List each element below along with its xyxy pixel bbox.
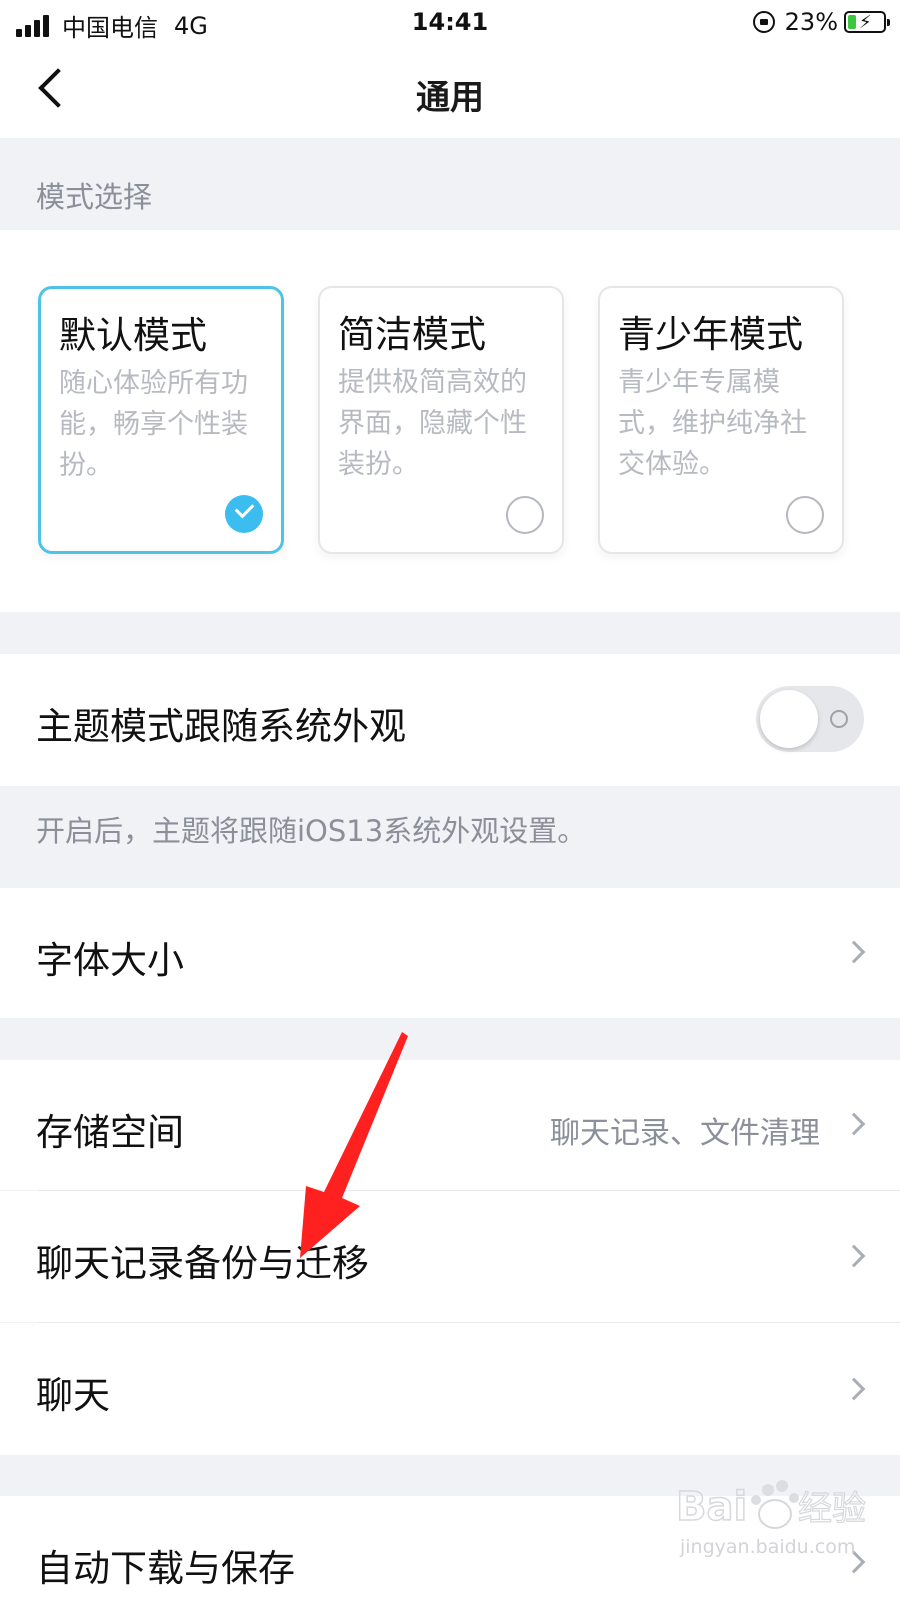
- storage-label: 存储空间: [36, 1111, 184, 1154]
- baidu-logo-icon: Bai 经验: [676, 1480, 867, 1531]
- red-arrow-annotation: [300, 1032, 408, 1258]
- auto-download-label: 自动下载与保存: [36, 1547, 295, 1590]
- font-size-label: 字体大小: [36, 939, 184, 982]
- status-bar: 中国电信 4G 14:41 23% ⚡: [0, 0, 900, 46]
- watermark-text-jingyan: 经验: [798, 1489, 866, 1529]
- theme-follow-toggle[interactable]: [756, 686, 864, 752]
- chevron-right-icon: [842, 940, 866, 964]
- storage-row[interactable]: 存储空间 聊天记录、文件清理: [0, 1060, 900, 1190]
- orientation-lock-icon: [752, 11, 775, 33]
- theme-follow-label: 主题模式跟随系统外观: [36, 705, 406, 748]
- chat-backup-row[interactable]: 聊天记录备份与迁移: [0, 1191, 900, 1322]
- storage-value: 聊天记录、文件清理: [550, 1116, 820, 1151]
- watermark-url: jingyan.baidu.com: [680, 1536, 856, 1558]
- mode-card-default[interactable]: 默认模式 随心体验所有功能，畅享个性装扮。: [38, 286, 284, 554]
- radio-circle-icon: [506, 496, 544, 534]
- mode-title: 简洁模式: [338, 313, 486, 356]
- baidu-jingyan-watermark: Bai 经验 jingyan.baidu.com: [676, 1474, 876, 1564]
- mode-description: 青少年专属模式，维护纯净社交体验。: [618, 367, 807, 480]
- watermark-text-bai: Bai: [676, 1484, 747, 1530]
- mode-card-teen[interactable]: 青少年模式 青少年专属模式，维护纯净社交体验。: [598, 286, 844, 554]
- battery-icon: ⚡: [844, 11, 890, 33]
- nav-bar: 通用: [0, 46, 900, 138]
- check-circle-icon: [225, 495, 263, 533]
- mode-title: 青少年模式: [618, 313, 803, 356]
- mode-card-simple[interactable]: 简洁模式 提供极简高效的界面，隐藏个性装扮。: [318, 286, 564, 554]
- chevron-right-icon: [842, 1244, 866, 1268]
- chevron-right-icon: [842, 1112, 866, 1136]
- chat-row[interactable]: 聊天: [0, 1323, 900, 1455]
- theme-follow-note: 开启后，主题将跟随iOS13系统外观设置。: [36, 814, 587, 848]
- battery-percent: 23%: [784, 8, 838, 36]
- theme-follow-row: 主题模式跟随系统外观: [0, 654, 900, 786]
- mode-selector: 默认模式 随心体验所有功能，畅享个性装扮。 简洁模式 提供极简高效的界面，隐藏个…: [0, 230, 900, 612]
- mode-title: 默认模式: [59, 314, 207, 357]
- chat-label: 聊天: [36, 1374, 110, 1417]
- mode-section-label: 模式选择: [36, 180, 153, 214]
- toggle-off-icon: [830, 710, 848, 728]
- toggle-knob: [760, 690, 818, 748]
- chevron-right-icon: [842, 1377, 866, 1401]
- radio-circle-icon: [786, 496, 824, 534]
- page-title: 通用: [416, 78, 484, 118]
- mode-description: 随心体验所有功能，畅享个性装扮。: [59, 368, 248, 481]
- mode-description: 提供极简高效的界面，隐藏个性装扮。: [338, 367, 527, 480]
- status-right: 23% ⚡: [752, 8, 890, 36]
- settings-general-page: 中国电信 4G 14:41 23% ⚡ 通用 模式选择 默认模式 随心体验所有功…: [0, 0, 900, 1600]
- font-size-row[interactable]: 字体大小: [0, 888, 900, 1018]
